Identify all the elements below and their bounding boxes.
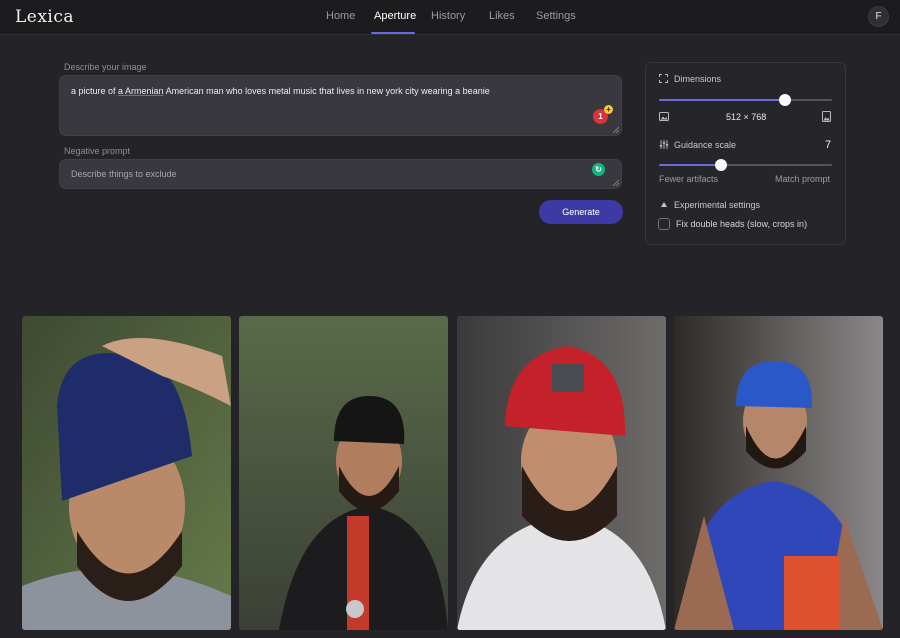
experimental-settings-toggle[interactable]: Experimental settings <box>674 200 760 210</box>
generate-button[interactable]: Generate <box>539 200 623 224</box>
expand-icon <box>659 74 668 83</box>
spelling-highlight: a Armenian <box>118 86 164 96</box>
caret-up-icon[interactable] <box>661 202 667 207</box>
guidance-slider-thumb[interactable] <box>715 159 728 171</box>
dimensions-value: 512 × 768 <box>726 112 767 122</box>
negative-prompt-field[interactable]: ↻ <box>59 159 622 189</box>
resize-handle-icon[interactable] <box>612 179 619 186</box>
prompt-textarea[interactable]: a picture of a Armenian American man who… <box>59 75 622 136</box>
sliders-icon <box>659 140 669 149</box>
nav-aperture[interactable]: Aperture <box>374 10 416 22</box>
grammarly-icon[interactable]: ↻ <box>592 163 605 176</box>
prompt-text: a picture of a Armenian American man who… <box>71 86 490 96</box>
portrait-image <box>239 316 448 630</box>
fix-double-heads-label: Fix double heads (slow, crops in) <box>676 219 808 229</box>
prompt-label: Describe your image <box>64 62 147 72</box>
dimensions-label: Dimensions <box>674 74 722 84</box>
grammarly-plus-icon[interactable]: + <box>604 105 613 114</box>
negative-prompt-input[interactable] <box>71 169 571 179</box>
portrait-icon[interactable] <box>659 112 669 121</box>
guidance-slider[interactable] <box>659 159 832 171</box>
guidance-slider-fill <box>659 164 722 166</box>
user-avatar[interactable]: F <box>868 6 889 27</box>
generated-image-1[interactable] <box>22 316 231 630</box>
dimensions-slider-fill <box>659 99 786 101</box>
portrait-image <box>457 316 666 630</box>
dimensions-slider-thumb[interactable] <box>779 94 792 106</box>
resize-handle-icon[interactable] <box>612 126 619 133</box>
generated-image-4[interactable] <box>674 316 883 630</box>
lexica-logo[interactable]: Lexica <box>15 7 74 27</box>
nav-home[interactable]: Home <box>326 10 355 22</box>
active-tab-indicator <box>371 32 415 34</box>
portrait-image <box>22 316 231 630</box>
landscape-icon[interactable] <box>822 111 831 122</box>
match-prompt-label: Match prompt <box>775 174 831 184</box>
portrait-image <box>674 316 883 630</box>
guidance-scale-value: 7 <box>825 139 832 151</box>
generated-image-3[interactable] <box>457 316 666 630</box>
fewer-artifacts-label: Fewer artifacts <box>659 174 719 184</box>
nav-history[interactable]: History <box>431 10 465 22</box>
dimensions-slider[interactable] <box>659 94 832 106</box>
nav-settings[interactable]: Settings <box>536 10 576 22</box>
nav-likes[interactable]: Likes <box>489 10 515 22</box>
top-nav-bar: Lexica Home Aperture History Likes Setti… <box>0 0 900 35</box>
guidance-scale-label: Guidance scale <box>674 140 737 150</box>
negative-prompt-label: Negative prompt <box>64 146 131 156</box>
settings-panel: Dimensions 512 × 768 Guidance scale 7 Fe… <box>645 62 846 245</box>
generated-image-2[interactable] <box>239 316 448 630</box>
fix-double-heads-checkbox[interactable] <box>658 218 670 230</box>
